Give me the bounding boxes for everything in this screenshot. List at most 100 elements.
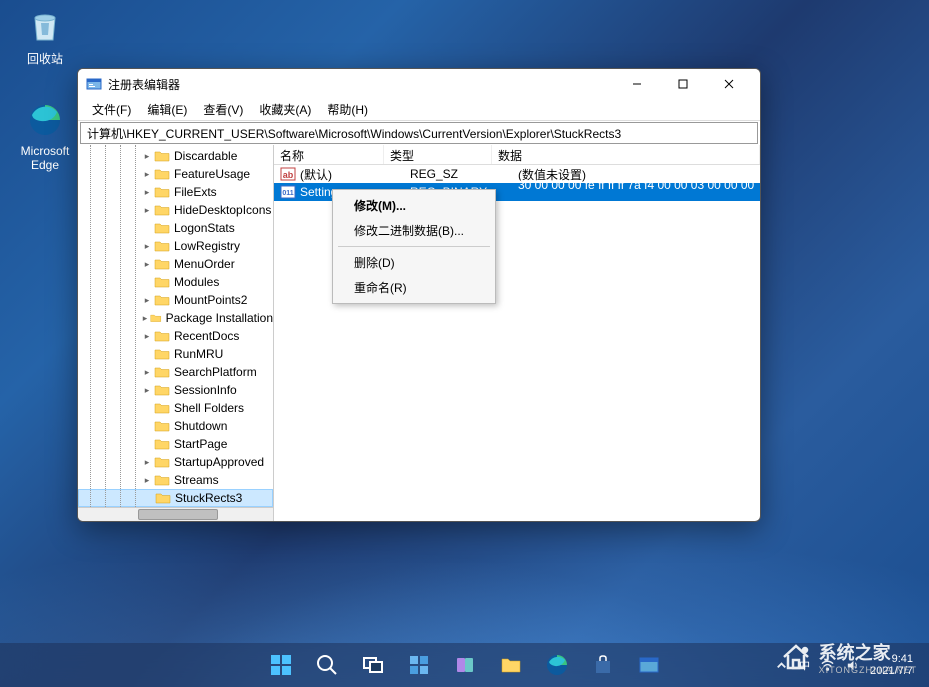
menu-help[interactable]: 帮助(H) — [319, 99, 376, 120]
watermark: 系统之家 XITONGZHIJIA.NET — [779, 639, 917, 675]
value-type: REG_SZ — [410, 167, 518, 181]
tree-item[interactable]: ▸FeatureUsage — [78, 165, 273, 183]
expand-icon[interactable]: ▸ — [140, 169, 154, 180]
expand-icon[interactable] — [140, 223, 154, 233]
watermark-sub: XITONGZHIJIA.NET — [819, 665, 917, 675]
ctx-modify[interactable]: 修改(M)... — [336, 193, 492, 218]
tree-item[interactable]: ▸ FileExts — [78, 183, 273, 201]
maximize-button[interactable] — [660, 69, 706, 99]
tree-item[interactable]: ▸ MountPoints2 — [78, 291, 273, 309]
tree-item[interactable]: Shutdown — [78, 417, 273, 435]
expand-icon[interactable]: ▸ — [140, 151, 154, 162]
expand-icon[interactable]: ▸ — [140, 475, 154, 486]
tree-item-label: Streams — [174, 473, 219, 487]
tree-horizontal-scrollbar[interactable] — [78, 507, 273, 521]
watermark-brand: 系统之家 — [819, 639, 917, 665]
tree-item-label: LowRegistry — [174, 239, 240, 253]
tree-item[interactable]: ▸ LowRegistry — [78, 237, 273, 255]
widgets-button[interactable] — [400, 646, 438, 684]
col-header-type[interactable]: 类型 — [384, 145, 492, 164]
tree-item-label: RecentDocs — [174, 329, 239, 343]
menu-file[interactable]: 文件(F) — [84, 99, 139, 120]
tree-item[interactable]: ▸ StartupApproved — [78, 453, 273, 471]
tree-item-label: StuckRects3 — [175, 491, 242, 505]
tree-item-label: MenuOrder — [174, 257, 235, 271]
expand-icon[interactable]: ▸ — [140, 385, 154, 396]
value-data: 30 00 00 00 fe ff ff ff 7a f4 00 00 03 0… — [518, 178, 760, 206]
explorer-button[interactable] — [492, 646, 530, 684]
tree-item[interactable]: ▸ RecentDocs — [78, 327, 273, 345]
chat-button[interactable] — [446, 646, 484, 684]
tree-item[interactable]: LogonStats — [78, 219, 273, 237]
ctx-delete[interactable]: 删除(D) — [336, 250, 492, 275]
tree-panel[interactable]: ▸Discardable▸FeatureUsage▸FileExts▸HideD… — [78, 145, 274, 521]
task-view-button[interactable] — [354, 646, 392, 684]
expand-icon[interactable]: ▸ — [140, 205, 154, 216]
tree-item-label: HideDesktopIcons — [174, 203, 271, 217]
expand-icon[interactable] — [140, 349, 154, 359]
tree-item-label: FileExts — [174, 185, 217, 199]
expand-icon[interactable] — [140, 421, 154, 431]
ctx-rename[interactable]: 重命名(R) — [336, 275, 492, 300]
regedit-window: 注册表编辑器 文件(F) 编辑(E) 查看(V) 收藏夹(A) 帮助(H) 计算… — [77, 68, 761, 522]
expand-icon[interactable]: ▸ — [140, 187, 154, 198]
desktop-icon-recycle-bin[interactable]: 回收站 — [10, 6, 80, 67]
close-button[interactable] — [706, 69, 752, 99]
tree-item-label: Shell Folders — [174, 401, 244, 415]
tree-item-label: LogonStats — [174, 221, 235, 235]
tree-item-label: RunMRU — [174, 347, 223, 361]
tree-item[interactable]: StartPage — [78, 435, 273, 453]
edge-taskbar-button[interactable] — [538, 646, 576, 684]
tree-item[interactable]: ▸Package Installation — [78, 309, 273, 327]
search-button[interactable] — [308, 646, 346, 684]
recycle-bin-icon — [25, 6, 65, 46]
expand-icon[interactable] — [140, 277, 154, 287]
tree-item-label: Discardable — [174, 149, 237, 163]
minimize-button[interactable] — [614, 69, 660, 99]
col-header-data[interactable]: 数据 — [492, 145, 760, 164]
tree-item-label: Shutdown — [174, 419, 227, 433]
menu-view[interactable]: 查看(V) — [195, 99, 251, 120]
ctx-separator — [338, 246, 490, 247]
expand-icon[interactable]: ▸ — [140, 331, 154, 342]
menubar: 文件(F) 编辑(E) 查看(V) 收藏夹(A) 帮助(H) — [78, 99, 760, 121]
ctx-modify-binary[interactable]: 修改二进制数据(B)... — [336, 218, 492, 243]
tree-item-label: StartPage — [174, 437, 227, 451]
titlebar[interactable]: 注册表编辑器 — [78, 69, 760, 99]
tree-item[interactable]: RunMRU — [78, 345, 273, 363]
tree-item[interactable]: ▸ Discardable — [78, 147, 273, 165]
tree-item[interactable]: Shell Folders — [78, 399, 273, 417]
expand-icon[interactable]: ▸ — [140, 457, 154, 468]
tree-item[interactable]: ▸SessionInfo — [78, 381, 273, 399]
tree-item-label: MountPoints2 — [174, 293, 247, 307]
expand-icon[interactable]: ▸ — [140, 241, 154, 252]
house-icon — [779, 640, 813, 674]
expand-icon[interactable] — [140, 439, 154, 449]
expand-icon[interactable]: ▸ — [140, 367, 154, 378]
address-bar[interactable]: 计算机\HKEY_CURRENT_USER\Software\Microsoft… — [80, 122, 758, 144]
menu-favorites[interactable]: 收藏夹(A) — [251, 99, 319, 120]
desktop-icon-edge[interactable]: Microsoft Edge — [10, 100, 80, 172]
store-button[interactable] — [584, 646, 622, 684]
tree-item[interactable]: Modules — [78, 273, 273, 291]
tree-item-label: Modules — [174, 275, 219, 289]
expand-icon[interactable]: ▸ — [140, 295, 154, 306]
expand-icon[interactable]: ▸ — [140, 259, 154, 270]
expand-icon[interactable] — [141, 493, 155, 503]
tree-item[interactable]: ▸ MenuOrder — [78, 255, 273, 273]
string-value-icon: ab — [280, 166, 296, 182]
expand-icon[interactable] — [140, 403, 154, 413]
expand-icon[interactable]: ▸ — [140, 313, 150, 324]
list-header[interactable]: 名称 类型 数据 — [274, 145, 760, 165]
tree-item[interactable]: StuckRects3 — [78, 489, 273, 507]
start-button[interactable] — [262, 646, 300, 684]
tree-item[interactable]: ▸ HideDesktopIcons — [78, 201, 273, 219]
binary-value-icon: 011 — [280, 184, 296, 200]
desktop-icon-label: 回收站 — [27, 50, 63, 67]
regedit-taskbar-button[interactable] — [630, 646, 668, 684]
col-header-name[interactable]: 名称 — [274, 145, 384, 164]
tree-item-label: StartupApproved — [174, 455, 264, 469]
menu-edit[interactable]: 编辑(E) — [139, 99, 195, 120]
tree-item[interactable]: ▸ Streams — [78, 471, 273, 489]
tree-item[interactable]: ▸SearchPlatform — [78, 363, 273, 381]
